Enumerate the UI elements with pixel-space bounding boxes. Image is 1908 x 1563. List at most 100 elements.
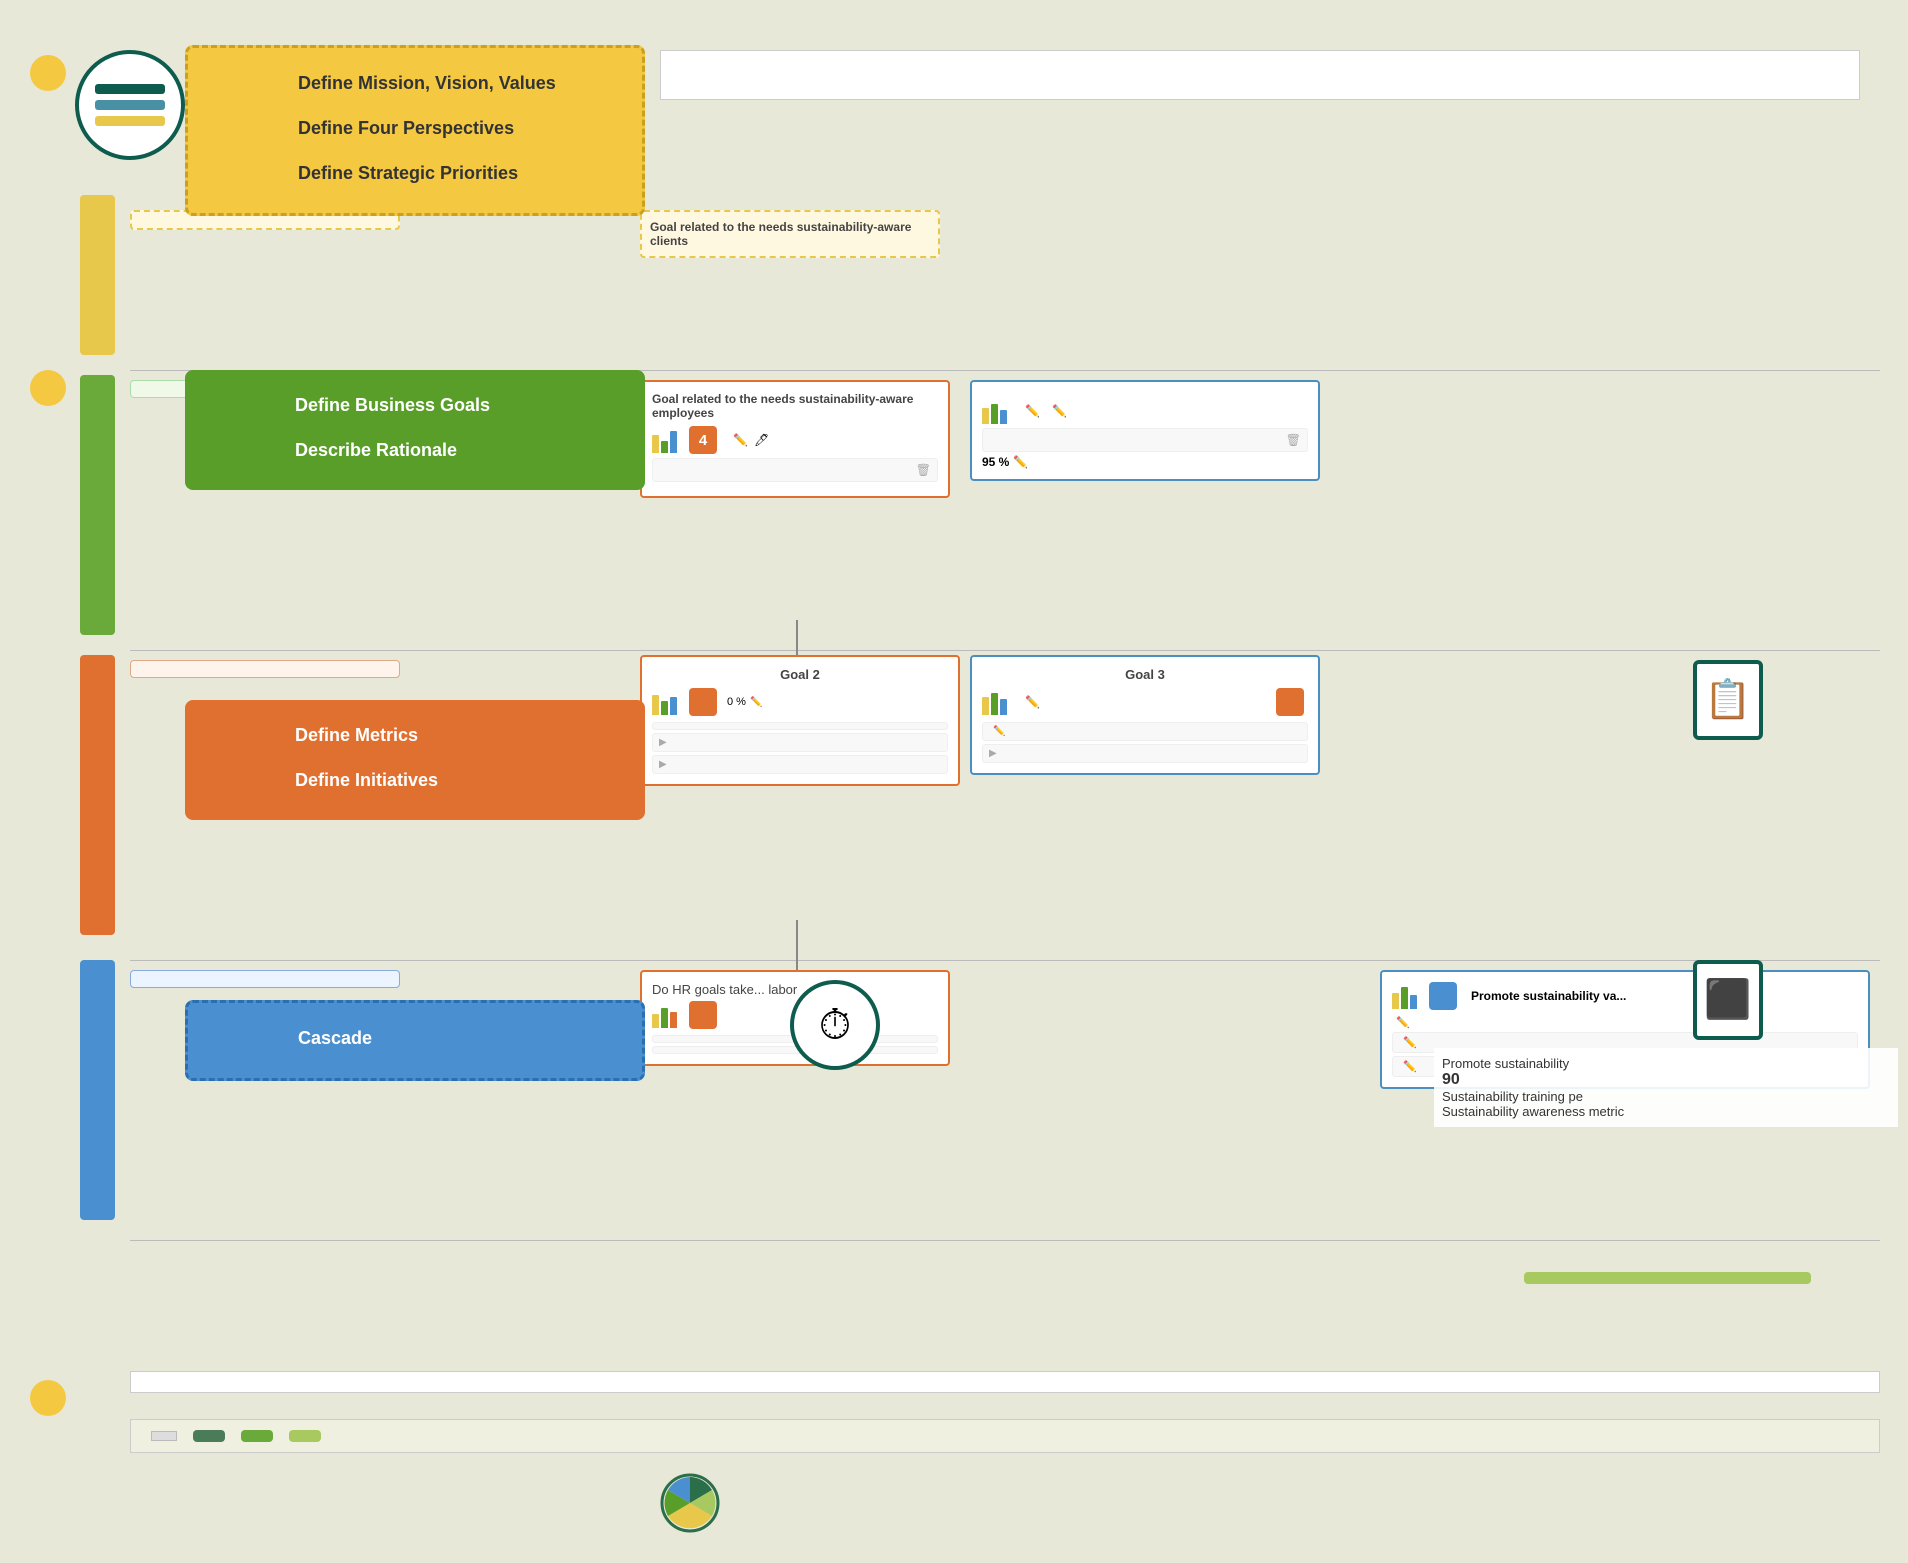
theme-economic-badge xyxy=(241,1430,273,1442)
logo-bar-3 xyxy=(95,116,165,126)
step-2-title: Define Four Perspectives xyxy=(298,118,514,139)
goal-8-title: Promote sustainability va... xyxy=(1471,989,1626,1003)
goal-reg-chart xyxy=(982,398,1007,424)
step-7-num xyxy=(215,770,295,795)
goal-2-num xyxy=(689,688,717,716)
goal-4-box: Goal related to the needs sustainability… xyxy=(640,380,950,498)
goal-reg-pencil3: ✏️ xyxy=(1013,455,1028,469)
logo-bar-2 xyxy=(95,100,165,110)
goal-3-init: ▶ xyxy=(982,744,1308,763)
goal-6-num xyxy=(689,1001,717,1029)
step-number-1 xyxy=(30,55,66,91)
step-8-num xyxy=(218,1028,298,1053)
step-2-num xyxy=(218,118,298,143)
step-5-title: Describe Rationale xyxy=(295,440,457,461)
step-6-title: Define Metrics xyxy=(295,725,418,746)
theme-leading-badge xyxy=(289,1430,321,1442)
lagging-indicator xyxy=(151,1431,177,1441)
step-7-item: Define Initiatives xyxy=(215,770,615,795)
goal-4-title: Goal related to the needs sustainability… xyxy=(652,392,938,420)
goal-reg-trash: 🗑 xyxy=(1286,433,1301,447)
step-4-item: Define Business Goals xyxy=(215,395,615,420)
logo-circle xyxy=(75,50,185,160)
step-6-item: Define Metrics xyxy=(215,725,615,750)
step-number-2 xyxy=(30,370,66,406)
sustainability-pct: 90 xyxy=(1442,1071,1890,1089)
goal-4-pencil: ✏️ xyxy=(733,433,748,447)
goal-2-pct1: 0 % xyxy=(727,696,746,708)
conn-line-2 xyxy=(796,920,798,975)
step-1-item: Define Mission, Vision, Values xyxy=(218,73,612,98)
goal-6-chart xyxy=(652,1002,677,1028)
step-2-item: Define Four Perspectives xyxy=(218,118,612,143)
step-8-title: Cascade xyxy=(298,1028,372,1049)
step-card-blue: Cascade xyxy=(185,1000,645,1081)
goal-2-chart xyxy=(652,689,677,715)
sustainability-awareness: Sustainability awareness metric xyxy=(1442,1104,1890,1119)
step-7-title: Define Initiatives xyxy=(295,770,438,791)
step-5-item: Describe Rationale xyxy=(215,440,615,465)
goal-6-title: Do HR goals take... labor xyxy=(652,982,797,997)
goal-2-pencil: ✏️ xyxy=(750,697,762,708)
goal-2-title: Goal 2 xyxy=(652,667,948,682)
goal-2-metric xyxy=(652,722,948,730)
goal-4-badge: 4 xyxy=(689,426,717,454)
legend-bar-2 xyxy=(130,1419,1880,1453)
internal-text xyxy=(130,660,400,678)
step-8-item: Cascade xyxy=(218,1028,612,1053)
sustainability-overlay: Promote sustainability 90 Sustainability… xyxy=(1434,1048,1898,1127)
step-card-yellow: Define Mission, Vision, Values Define Fo… xyxy=(185,45,645,216)
divider-3 xyxy=(130,960,1880,961)
goal-3-title: Goal 3 xyxy=(982,667,1308,682)
step-1-title: Define Mission, Vision, Values xyxy=(298,73,556,94)
sustainability-training: Sustainability training pe xyxy=(1442,1089,1890,1104)
perspective-finance xyxy=(80,195,115,355)
goal-reg-pencil: ✏️ xyxy=(1025,404,1040,418)
perspective-internal xyxy=(80,655,115,935)
goal-7-icon: 📋 xyxy=(1693,660,1763,740)
goal-4-trash: 🗑 xyxy=(916,463,931,477)
title-bar xyxy=(660,50,1860,100)
perspective-learning xyxy=(80,960,115,1220)
goal-2-init2: ▶ xyxy=(652,755,948,774)
step-number-3 xyxy=(30,1380,66,1416)
step-card-green: Define Business Goals Describe Rationale xyxy=(185,370,645,490)
step-3-title: Define Strategic Priorities xyxy=(298,163,518,184)
goal-8-row1: ✏️ xyxy=(1392,1016,1858,1029)
step-6-num xyxy=(215,725,295,750)
goal-8-icon: ⬛ xyxy=(1693,960,1763,1040)
step-4-title: Define Business Goals xyxy=(295,395,490,416)
goal-8-num xyxy=(1429,982,1457,1010)
finance-goal-left: Goal related to the needs sustainability… xyxy=(640,210,940,258)
leading-indicator-badge xyxy=(1524,1272,1811,1284)
goal-2-init1: ▶ xyxy=(652,733,948,752)
step-3-num xyxy=(218,163,298,188)
bsc-logo xyxy=(660,1473,730,1533)
divider-2 xyxy=(130,650,1880,651)
step-4-num xyxy=(215,395,295,420)
goal-4-employee-sat xyxy=(652,482,938,486)
step-card-orange: Define Metrics Define Initiatives xyxy=(185,700,645,820)
logo-bar-1 xyxy=(95,84,165,94)
goal-6-gauge: ⏱ xyxy=(790,980,880,1070)
step-5-num xyxy=(215,440,295,465)
legend-bar xyxy=(130,1371,1880,1393)
step-1-num xyxy=(218,73,298,98)
goal-4-chart xyxy=(652,427,677,453)
perspective-customer xyxy=(80,375,115,635)
step-3-item: Define Strategic Priorities xyxy=(218,163,612,188)
learning-text xyxy=(130,970,400,988)
goal-3-num xyxy=(1276,688,1304,716)
goal-3-box: Goal 3 ✏️ ✏️ ▶ xyxy=(970,655,1320,775)
goal-2-box: Goal 2 0 % ✏️ ▶ ▶ xyxy=(640,655,960,786)
conn-line-1 xyxy=(796,620,798,660)
goal-regulators-box: ✏️ ✏️ 🗑 95 % ✏️ xyxy=(970,380,1320,481)
goal-reg-pct3: 95 % xyxy=(982,455,1009,469)
divider-4 xyxy=(130,1240,1880,1241)
goal-3-chart xyxy=(982,689,1007,715)
bsc-logo-svg xyxy=(660,1473,720,1533)
goal-3-metric: ✏️ xyxy=(982,722,1308,741)
theme-social-badge xyxy=(193,1430,225,1442)
goal-4-pencil2: 🖊 xyxy=(754,433,769,447)
goal-reg-pencil2: ✏️ xyxy=(1052,404,1067,418)
